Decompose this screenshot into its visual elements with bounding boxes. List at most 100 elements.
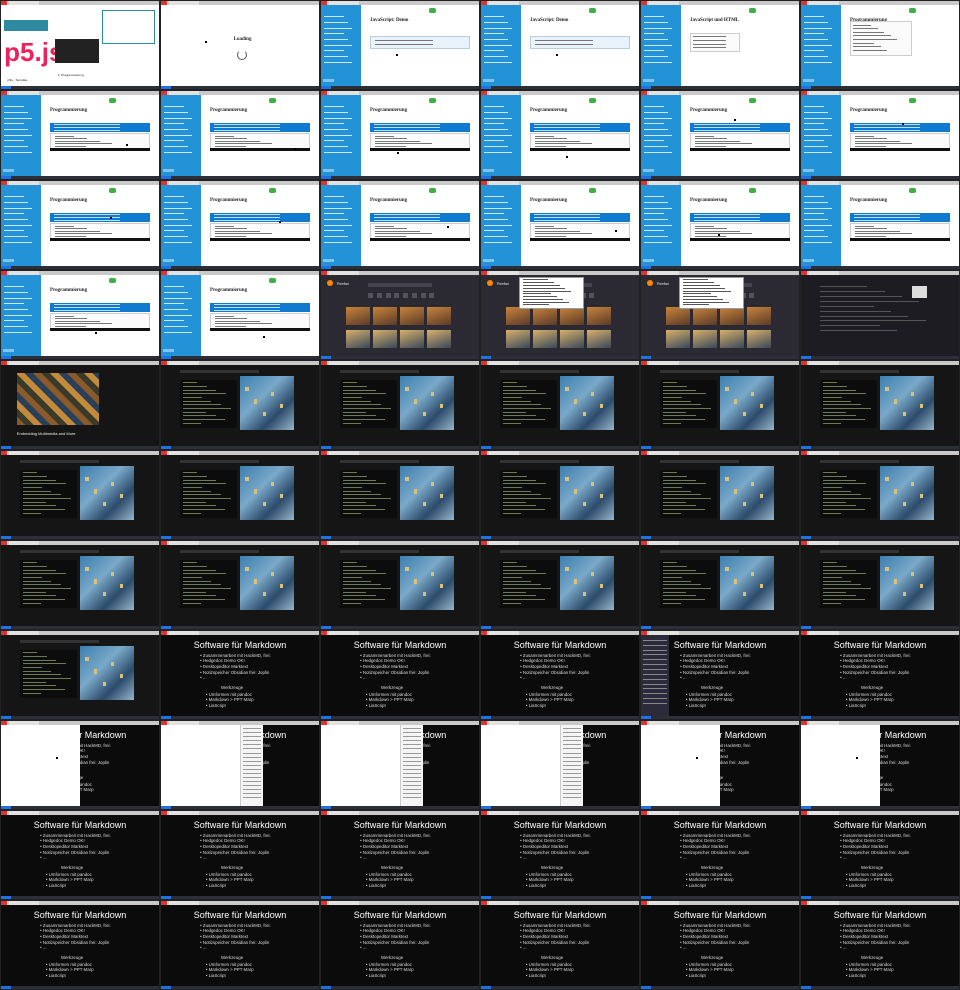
sidebar-item[interactable]	[164, 213, 184, 215]
sidebar-item[interactable]	[804, 106, 824, 108]
sidebar-button[interactable]	[323, 259, 335, 262]
sidebar-item[interactable]	[324, 117, 352, 119]
screenshot-tile[interactable]: Programmierung	[0, 270, 160, 360]
dropdown-item[interactable]	[683, 296, 718, 298]
shortcut-tile[interactable]	[429, 292, 435, 298]
start-button[interactable]	[1, 536, 11, 539]
screenshot-tile[interactable]: Programmierung	[0, 90, 160, 180]
sidebar-item[interactable]	[324, 230, 344, 232]
sidebar-item[interactable]	[324, 207, 352, 209]
sidebar-item[interactable]	[484, 236, 508, 238]
screenshot-tile[interactable]: Programmierung	[160, 270, 320, 360]
sidebar-item[interactable]	[644, 241, 672, 243]
screenshot-tile[interactable]: Software für Markdown• Zusammenarbeit mi…	[640, 720, 800, 810]
sidebar-item[interactable]	[164, 140, 184, 142]
screenshot-tile[interactable]: Firefox	[320, 270, 480, 360]
sidebar-item[interactable]	[4, 314, 32, 316]
dropdown-item[interactable]	[523, 298, 563, 300]
sidebar-item[interactable]	[324, 50, 344, 52]
story-card[interactable]	[560, 307, 584, 326]
sidebar-item[interactable]	[164, 309, 188, 311]
start-button[interactable]	[481, 176, 491, 179]
sidebar-item[interactable]	[644, 44, 672, 46]
story-card[interactable]	[426, 330, 451, 348]
sidebar-item[interactable]	[484, 112, 508, 113]
sidebar-item[interactable]	[164, 196, 184, 198]
start-button[interactable]	[641, 266, 651, 269]
screenshot-tile[interactable]	[320, 540, 480, 630]
sidebar-item[interactable]	[484, 224, 512, 226]
sidebar-item[interactable]	[164, 117, 192, 119]
start-button[interactable]	[1, 446, 11, 449]
search-input[interactable]	[368, 283, 432, 288]
sidebar-item[interactable]	[484, 16, 504, 18]
shortcut-tile[interactable]	[589, 292, 595, 298]
sidebar-item[interactable]	[4, 140, 24, 142]
story-card[interactable]	[506, 307, 530, 326]
start-button[interactable]	[321, 536, 331, 539]
screenshot-tile[interactable]: Software für Markdown• Zusammenarbeit mi…	[480, 720, 640, 810]
sidebar-item[interactable]	[324, 61, 352, 63]
start-button[interactable]	[1, 716, 11, 719]
sidebar-item[interactable]	[644, 146, 668, 148]
screenshot-tile[interactable]: Software für Markdown• Zusammenarbeit mi…	[320, 810, 480, 900]
sidebar-item[interactable]	[324, 16, 344, 18]
sidebar-item[interactable]	[644, 50, 664, 52]
sidebar-item[interactable]	[484, 196, 504, 198]
start-button[interactable]	[641, 986, 651, 989]
sidebar-item[interactable]	[804, 56, 828, 58]
code-editor[interactable]	[19, 559, 77, 609]
screenshot-tile[interactable]: Software für Markdown• Zusammenarbeit mi…	[800, 630, 960, 720]
sidebar-item[interactable]	[484, 202, 508, 203]
code-editor[interactable]	[819, 379, 877, 429]
sidebar-item[interactable]	[4, 292, 28, 293]
sidebar-item[interactable]	[644, 117, 672, 119]
dropdown-item[interactable]	[523, 296, 558, 298]
start-button[interactable]	[481, 356, 491, 359]
sidebar-item[interactable]	[324, 241, 352, 243]
sidebar-item[interactable]	[804, 224, 832, 226]
sidebar-button[interactable]	[803, 259, 815, 262]
sidebar-item[interactable]	[804, 241, 832, 243]
screenshot-tile[interactable]: Firefox	[480, 270, 640, 360]
sidebar-item[interactable]	[4, 106, 24, 108]
start-button[interactable]	[481, 986, 491, 989]
shortcut-tile[interactable]	[368, 292, 374, 298]
start-button[interactable]	[161, 86, 171, 89]
sidebar-button[interactable]	[483, 79, 495, 82]
sidebar-item[interactable]	[644, 196, 664, 198]
sidebar-item[interactable]	[4, 213, 24, 215]
sidebar-item[interactable]	[484, 44, 512, 46]
screenshot-tile[interactable]	[0, 630, 160, 720]
sidebar-item[interactable]	[164, 331, 192, 333]
sidebar-item[interactable]	[164, 207, 192, 209]
code-editor[interactable]	[339, 379, 397, 429]
screenshot-tile[interactable]	[0, 540, 160, 630]
sidebar-item[interactable]	[324, 134, 352, 136]
screenshot-tile[interactable]: Software für Markdown• Zusammenarbeit mi…	[160, 810, 320, 900]
screenshot-tile[interactable]: Programmierung	[800, 0, 960, 90]
sidebar-item[interactable]	[644, 112, 668, 113]
start-button[interactable]	[641, 806, 651, 809]
sidebar-button[interactable]	[803, 169, 815, 172]
sidebar-item[interactable]	[324, 129, 348, 131]
start-button[interactable]	[1, 86, 11, 89]
story-card[interactable]	[373, 307, 397, 326]
sidebar-item[interactable]	[164, 286, 184, 288]
story-card[interactable]	[533, 330, 557, 348]
dropdown-item[interactable]	[683, 284, 720, 286]
sidebar-item[interactable]	[804, 202, 828, 203]
sidebar-item[interactable]	[644, 213, 664, 215]
sidebar-button[interactable]	[643, 79, 655, 82]
sidebar-item[interactable]	[804, 129, 828, 131]
story-card[interactable]	[586, 307, 611, 326]
sidebar-item[interactable]	[324, 224, 352, 226]
screenshot-tile[interactable]: Software für Markdown• Zusammenarbeit mi…	[0, 810, 160, 900]
sidebar-item[interactable]	[804, 151, 832, 153]
screenshot-tile[interactable]	[640, 450, 800, 540]
sidebar-item[interactable]	[4, 117, 32, 119]
start-button[interactable]	[321, 806, 331, 809]
sidebar-item[interactable]	[484, 27, 512, 29]
screenshot-tile[interactable]: Programmierung	[800, 90, 960, 180]
screenshot-tile[interactable]	[160, 450, 320, 540]
